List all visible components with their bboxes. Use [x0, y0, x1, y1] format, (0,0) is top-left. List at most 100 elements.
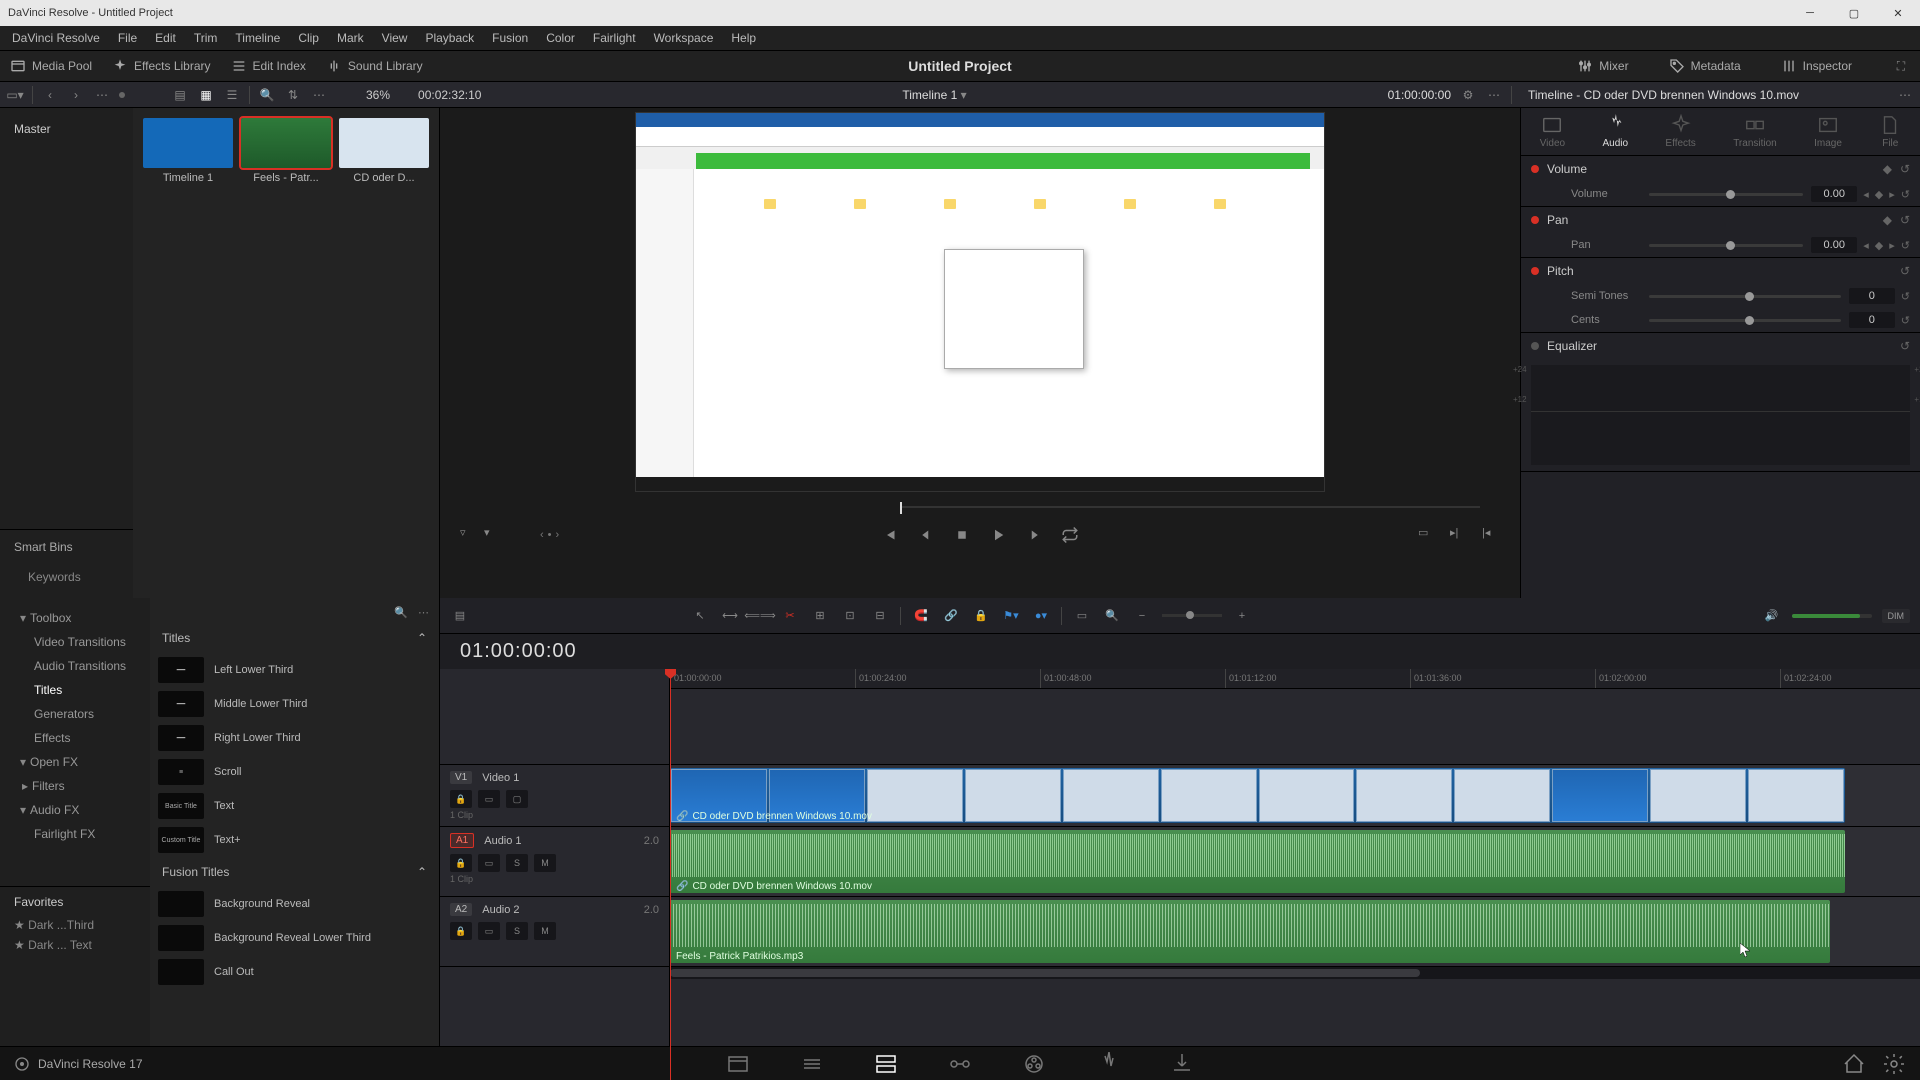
- title-item[interactable]: Basic TitleText: [150, 789, 439, 823]
- zoom-out-icon[interactable]: −: [1132, 606, 1152, 626]
- clip-item[interactable]: Feels - Patr...: [241, 118, 331, 184]
- zoom-level[interactable]: 36%: [366, 88, 390, 102]
- title-item[interactable]: ━━Left Lower Third: [150, 653, 439, 687]
- equalizer-section[interactable]: Equalizer: [1547, 339, 1597, 353]
- lock-button[interactable]: 🔒: [450, 922, 472, 940]
- menu-color[interactable]: Color: [538, 28, 583, 48]
- go-end-icon[interactable]: ▸|: [1450, 526, 1468, 544]
- selection-tool[interactable]: ↖: [690, 606, 710, 626]
- clip-item[interactable]: Timeline 1: [143, 118, 233, 184]
- options-icon[interactable]: ⋯: [310, 86, 328, 104]
- keyframe-icon[interactable]: ◆: [1883, 213, 1892, 227]
- menu-clip[interactable]: Clip: [290, 28, 327, 48]
- menu-file[interactable]: File: [110, 28, 145, 48]
- prev-frame-button[interactable]: [917, 526, 935, 544]
- audio-transitions-node[interactable]: Audio Transitions: [0, 654, 150, 678]
- audio-track-1[interactable]: 🔗CD oder DVD brennen Windows 10.mov: [670, 827, 1920, 897]
- kf-next-icon[interactable]: ▸: [1889, 188, 1895, 201]
- inspector-tab-video[interactable]: Video: [1540, 114, 1565, 149]
- mute-button[interactable]: M: [534, 854, 556, 872]
- menu-app[interactable]: DaVinci Resolve: [4, 28, 108, 48]
- pan-slider[interactable]: [1649, 244, 1803, 247]
- media-page-button[interactable]: [726, 1052, 750, 1076]
- prev-icon[interactable]: ‹: [41, 86, 59, 104]
- kf-prev-icon[interactable]: ◂: [1863, 188, 1869, 201]
- inspector-options-icon[interactable]: ⋯: [1896, 86, 1914, 104]
- titles-node[interactable]: Titles: [0, 678, 150, 702]
- menu-trim[interactable]: Trim: [186, 28, 226, 48]
- auto-select-button[interactable]: ▭: [478, 922, 500, 940]
- audio-clip[interactable]: 🔗CD oder DVD brennen Windows 10.mov: [670, 830, 1845, 893]
- kf-add-icon[interactable]: ◆: [1875, 188, 1883, 201]
- metadata-toggle[interactable]: Metadata: [1669, 57, 1741, 75]
- mixer-toggle[interactable]: Mixer: [1577, 57, 1628, 75]
- auto-select-button[interactable]: ▭: [478, 854, 500, 872]
- more-icon[interactable]: ⋯: [93, 86, 111, 104]
- lock-button[interactable]: 🔒: [450, 854, 472, 872]
- thumb-view-icon[interactable]: ▦: [197, 86, 215, 104]
- fairlight-page-button[interactable]: [1096, 1052, 1120, 1076]
- pitch-section[interactable]: Pitch: [1547, 264, 1574, 278]
- expand-icon[interactable]: ⛶: [1892, 57, 1910, 75]
- list-view-icon[interactable]: ☰: [223, 86, 241, 104]
- master-bin[interactable]: Master: [0, 116, 133, 142]
- marker-tool[interactable]: ●▾: [1031, 606, 1051, 626]
- play-button[interactable]: [989, 526, 1007, 544]
- menu-edit[interactable]: Edit: [147, 28, 184, 48]
- flag-tool[interactable]: ⚑▾: [1001, 606, 1021, 626]
- reset-icon[interactable]: ↺: [1900, 339, 1910, 353]
- deliver-page-button[interactable]: [1170, 1052, 1194, 1076]
- inspector-tab-image[interactable]: Image: [1814, 114, 1842, 149]
- stop-button[interactable]: [953, 526, 971, 544]
- openfx-node[interactable]: ▾Open FX: [0, 750, 150, 774]
- title-item[interactable]: ━━Middle Lower Third: [150, 687, 439, 721]
- viewer-timecode[interactable]: 01:00:00:00: [1388, 88, 1451, 102]
- trim-tool[interactable]: ⟷: [720, 606, 740, 626]
- fairlightfx-node[interactable]: Fairlight FX: [0, 822, 150, 846]
- disable-button[interactable]: ▢: [506, 790, 528, 808]
- track-header-a2[interactable]: A2Audio 22.0 🔒 ▭ S M: [440, 897, 669, 967]
- window-close-button[interactable]: ✕: [1876, 0, 1920, 26]
- timeline-scrollbar[interactable]: [670, 967, 1920, 979]
- index-icon[interactable]: ▭: [1072, 606, 1092, 626]
- insert-tool[interactable]: ⊞: [810, 606, 830, 626]
- audio-track-2[interactable]: Feels - Patrick Patrikios.mp3: [670, 897, 1920, 967]
- zoom-in-icon[interactable]: +: [1232, 606, 1252, 626]
- next-icon[interactable]: ›: [67, 86, 85, 104]
- blade-tool[interactable]: ✂: [780, 606, 800, 626]
- auto-select-button[interactable]: ▭: [478, 790, 500, 808]
- track-header-v1[interactable]: V1Video 1 🔒 ▭ ▢ 1 Clip: [440, 765, 669, 827]
- window-minimize-button[interactable]: ─: [1788, 0, 1832, 26]
- timeline-ruler[interactable]: 01:00:00:00 01:00:24:00 01:00:48:00 01:0…: [670, 669, 1920, 689]
- timeline-tracks[interactable]: 01:00:00:00 01:00:24:00 01:00:48:00 01:0…: [670, 669, 1920, 1080]
- menu-help[interactable]: Help: [723, 28, 764, 48]
- nav-prev-icon[interactable]: ‹: [540, 529, 544, 541]
- semitones-slider[interactable]: [1649, 295, 1841, 298]
- reset-icon[interactable]: ↺: [1900, 264, 1910, 278]
- keyframe-icon[interactable]: ◆: [1883, 162, 1892, 176]
- menu-view[interactable]: View: [374, 28, 416, 48]
- settings-button[interactable]: [1882, 1052, 1906, 1076]
- cut-page-button[interactable]: [800, 1052, 824, 1076]
- smart-bins-header[interactable]: Smart Bins: [0, 529, 133, 564]
- sound-library-toggle[interactable]: Sound Library: [326, 58, 423, 74]
- effects-node[interactable]: Effects: [0, 726, 150, 750]
- edit-index-toggle[interactable]: Edit Index: [231, 58, 306, 74]
- generators-node[interactable]: Generators: [0, 702, 150, 726]
- search-icon[interactable]: 🔍: [258, 86, 276, 104]
- inspector-toggle[interactable]: Inspector: [1781, 57, 1852, 75]
- title-item[interactable]: Background Reveal: [150, 887, 439, 921]
- media-pool-toggle[interactable]: Media Pool: [10, 58, 92, 74]
- inspector-tab-transition[interactable]: Transition: [1733, 114, 1777, 149]
- audiofx-node[interactable]: ▾Audio FX: [0, 798, 150, 822]
- viewer-options-icon[interactable]: ⋯: [1485, 86, 1503, 104]
- menu-fusion[interactable]: Fusion: [484, 28, 536, 48]
- link-tool[interactable]: 🔗: [941, 606, 961, 626]
- edit-page-button[interactable]: [874, 1052, 898, 1076]
- pan-section[interactable]: Pan: [1547, 213, 1568, 227]
- mute-button[interactable]: M: [534, 922, 556, 940]
- reset-icon[interactable]: ↺: [1900, 213, 1910, 227]
- timeline-timecode[interactable]: 01:00:00:00: [440, 634, 1920, 669]
- keywords-bin[interactable]: Keywords: [0, 564, 133, 590]
- inspector-tab-audio[interactable]: Audio: [1602, 114, 1628, 149]
